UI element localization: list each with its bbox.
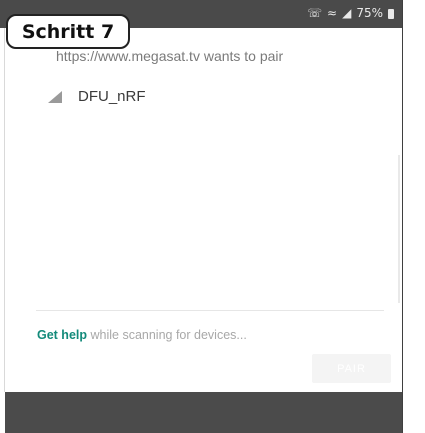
help-description: while scanning for devices... [87,328,247,342]
signal-icon: ◢ [342,6,352,20]
battery-icon [388,9,394,19]
device-list-item[interactable]: DFU_nRF [48,88,146,105]
screenshot-frame: ☏ ≈ ◢ 75% https://www.megasat.tv wants t… [0,0,425,433]
signal-strength-icon [48,90,62,103]
step-badge: Schritt 7 [6,14,130,49]
divider [36,310,384,311]
pair-button[interactable]: PAIR [312,354,391,383]
status-icons: ☏ ≈ ◢ 75% [307,6,394,20]
pair-request-title: https://www.megasat.tv wants to pair [56,48,284,64]
battery-level: 75% [356,6,383,20]
device-name: DFU_nRF [78,88,146,105]
dialog-left-border [4,28,5,392]
scroll-indicator [398,155,400,303]
wifi-icon: ≈ [327,6,338,20]
navigation-bar [5,392,402,433]
dialog-right-border [402,0,403,433]
get-help-link[interactable]: Get help [37,328,87,342]
call-icon: ☏ [307,6,323,20]
help-text: Get help while scanning for devices... [37,328,247,342]
